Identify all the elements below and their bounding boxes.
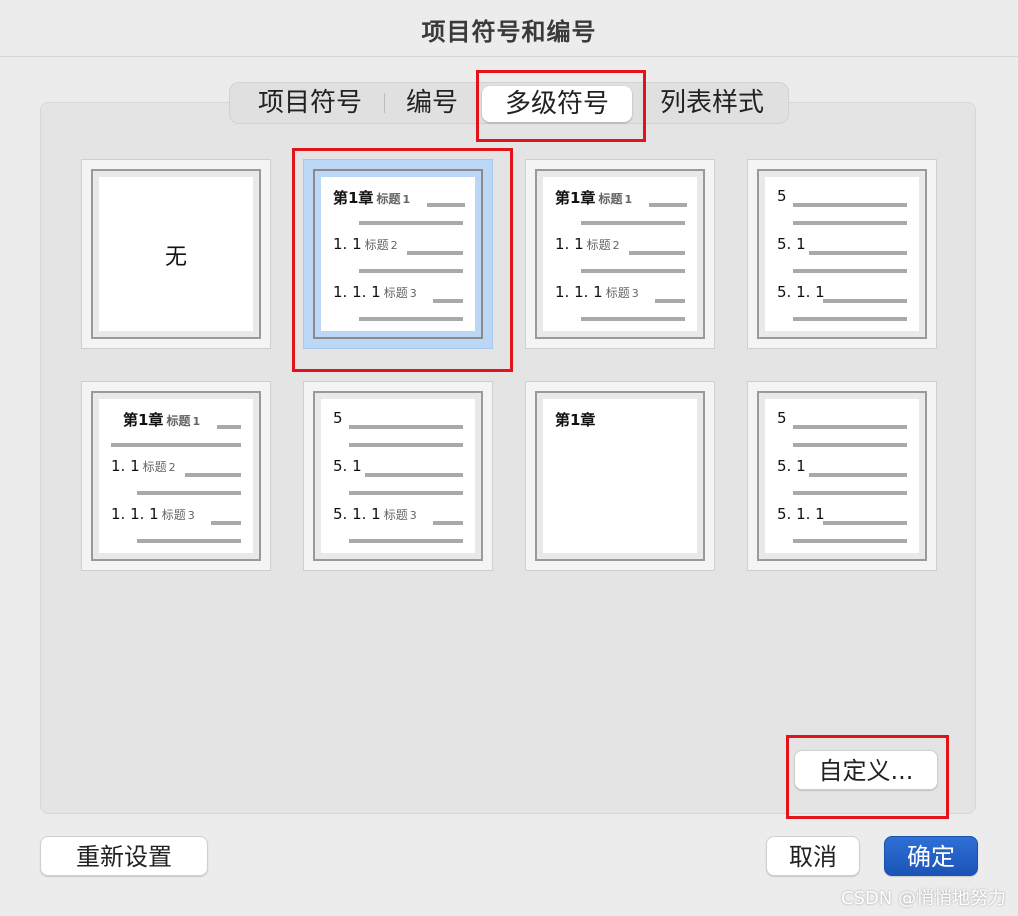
- preview-text: 5. 1: [777, 235, 806, 253]
- preview-text: 5. 1: [777, 457, 806, 475]
- tab-divider: [384, 93, 385, 113]
- preview-text: 1. 1: [333, 235, 362, 253]
- preview-text: 5: [333, 409, 343, 427]
- preview-label: 标题: [383, 286, 408, 300]
- preview-level: 3: [187, 509, 195, 522]
- preview-label: 标题: [383, 508, 408, 522]
- preset-tile-numbered[interactable]: 5 5. 1 5. 1. 1: [747, 159, 937, 349]
- tab-multilevel[interactable]: 多级符号: [482, 86, 632, 122]
- preset-tile-none[interactable]: 无: [81, 159, 271, 349]
- preview-label: 标题: [166, 414, 191, 428]
- preview-level: 1: [192, 415, 201, 428]
- tab-list-styles[interactable]: 列表样式: [642, 83, 782, 123]
- preview-label: 标题: [364, 238, 389, 252]
- preview-text: 5: [777, 409, 787, 427]
- preset-tile-single[interactable]: 第1章: [525, 381, 715, 571]
- preset-tile-chapter[interactable]: 第1章 标题 1 1. 1 标题 2 1. 1. 1 标题 3: [525, 159, 715, 349]
- preview-text: 第1章: [333, 189, 374, 207]
- preview-text: 1. 1. 1: [111, 505, 159, 523]
- preview-text: 第1章: [555, 411, 596, 429]
- preset-tile-numbered-2[interactable]: 5 5. 1 5. 1. 1: [747, 381, 937, 571]
- tab-bullets[interactable]: 项目符号: [240, 83, 380, 123]
- tab-bar: 项目符号 编号 多级符号 列表样式: [229, 82, 789, 124]
- preview-label: 标题: [161, 508, 186, 522]
- preview-level: 2: [390, 239, 398, 252]
- dialog-title: 项目符号和编号: [421, 18, 597, 46]
- preview-label: 标题: [605, 286, 630, 300]
- preset-tile-chapter-selected[interactable]: 第1章 标题 1 1. 1 标题 2 1. 1. 1 标题 3: [303, 159, 493, 349]
- cancel-button[interactable]: 取消: [766, 836, 860, 876]
- preview-text: 5. 1: [333, 457, 362, 475]
- preview-level: 2: [612, 239, 620, 252]
- preview-text: 1. 1: [555, 235, 584, 253]
- watermark-text: CSDN @悄悄地努力: [840, 888, 1006, 909]
- tab-numbering[interactable]: 编号: [392, 83, 472, 123]
- preview-level: 3: [631, 287, 639, 300]
- ok-button[interactable]: 确定: [884, 836, 978, 876]
- preview-text: 第1章: [555, 189, 596, 207]
- preview-text: 1. 1. 1: [333, 283, 381, 301]
- preset-tile-chapter-indent[interactable]: 第1章 标题 1 1. 1 标题 2 1. 1. 1 标题 3: [81, 381, 271, 571]
- preview-level: 2: [168, 461, 176, 474]
- preview-label: 标题: [586, 238, 611, 252]
- customize-button[interactable]: 自定义...: [794, 750, 938, 790]
- preview-level: 3: [409, 509, 417, 522]
- preview-text: 1. 1. 1: [555, 283, 603, 301]
- preview-text: 5: [777, 187, 787, 205]
- preview-level: 1: [624, 193, 633, 206]
- preset-tile-numbered-mixed[interactable]: 5 5. 1 5. 1. 1 标题 3: [303, 381, 493, 571]
- preview-text: 第1章: [123, 411, 164, 429]
- preview-text: 5. 1. 1: [777, 505, 825, 523]
- preset-none-label: 无: [164, 245, 187, 270]
- preview-text: 5. 1. 1: [777, 283, 825, 301]
- reset-button[interactable]: 重新设置: [40, 836, 208, 876]
- preview-label: 标题: [142, 460, 167, 474]
- preview-label: 标题: [376, 192, 401, 206]
- preview-level: 1: [402, 193, 411, 206]
- preview-text: 1. 1: [111, 457, 140, 475]
- preview-level: 3: [409, 287, 417, 300]
- title-bar: 项目符号和编号: [0, 0, 1018, 57]
- preview-text: 5. 1. 1: [333, 505, 381, 523]
- preview-label: 标题: [598, 192, 623, 206]
